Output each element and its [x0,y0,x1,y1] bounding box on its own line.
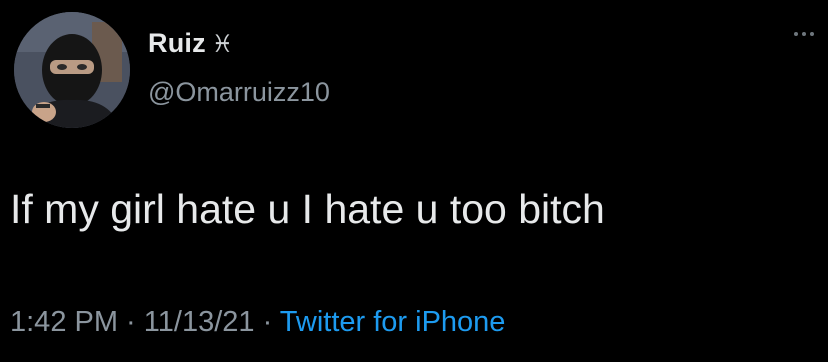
more-options-icon[interactable] [794,32,814,36]
meta-separator: · [118,306,144,338]
author-handle[interactable]: @Omarruizz10 [148,77,330,108]
tweet-text: If my girl hate u I hate u too bitch [10,186,605,232]
tweet-card: Ruiz ♓ @Omarruizz10 If my girl hate u I … [0,0,828,362]
more-dot [810,32,814,36]
tweet-time[interactable]: 1:42 PM [10,306,118,338]
author-name-row[interactable]: Ruiz ♓ [148,28,233,59]
avatar[interactable] [14,12,130,128]
meta-separator: · [254,306,280,338]
more-dot [802,32,806,36]
more-dot [794,32,798,36]
tweet-source-link[interactable]: Twitter for iPhone [280,306,506,338]
pisces-emoji-icon: ♓ [211,29,234,58]
profile-photo-icon [14,12,130,128]
tweet-date[interactable]: 11/13/21 [144,306,255,338]
tweet-meta: 1:42 PM · 11/13/21 · Twitter for iPhone [10,306,505,339]
author-display-name[interactable]: Ruiz [148,28,206,59]
